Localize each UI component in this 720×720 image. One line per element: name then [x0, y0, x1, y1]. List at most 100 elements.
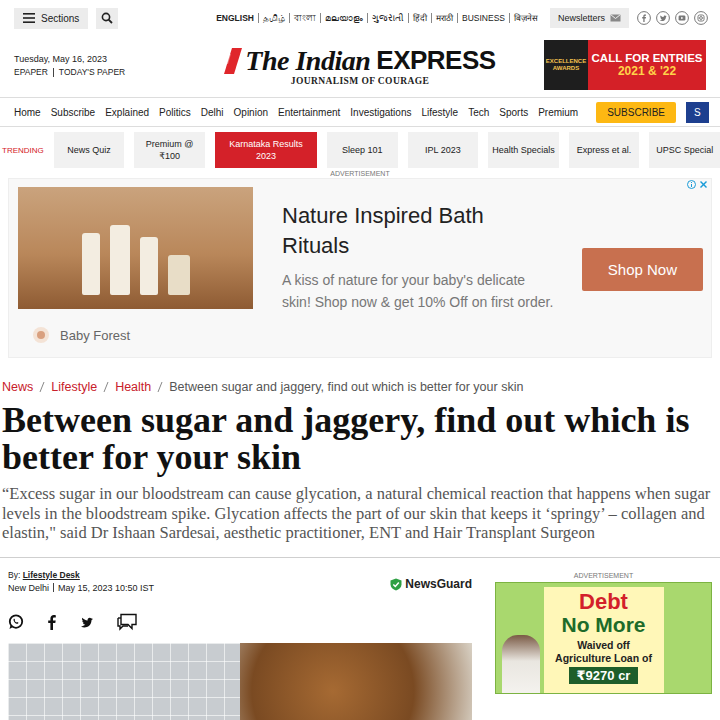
trending-label: TRENDING: [2, 146, 44, 155]
trending-chip[interactable]: Premium @ ₹100: [134, 132, 205, 168]
facebook-share-icon[interactable]: [44, 614, 60, 630]
divider: [0, 557, 720, 558]
twitter-icon[interactable]: [656, 11, 670, 25]
nav-item[interactable]: Explained: [105, 107, 149, 118]
ad-headline-second: No More: [548, 613, 660, 636]
separator-icon: [38, 381, 46, 393]
trending-chip[interactable]: Sleep 101: [327, 132, 398, 168]
breadcrumb-item[interactable]: Lifestyle: [51, 380, 97, 394]
instagram-icon[interactable]: [694, 11, 708, 25]
youtube-icon[interactable]: [675, 11, 689, 25]
comment-icon[interactable]: [116, 613, 138, 631]
language-link[interactable]: बिज़नेस: [509, 13, 542, 23]
nav-item[interactable]: Investigations: [350, 107, 411, 118]
search-button[interactable]: [96, 8, 118, 29]
paper-link[interactable]: EPAPER: [14, 68, 53, 77]
language-link[interactable]: தமிழ்: [258, 13, 289, 23]
separator-icon: [102, 381, 110, 393]
search-icon: [101, 12, 113, 24]
brand-logo-icon: [32, 326, 50, 344]
sections-button[interactable]: Sections: [14, 8, 88, 29]
paper-link[interactable]: TODAY'S PAPER: [53, 68, 130, 77]
separator-icon: [156, 381, 164, 393]
article-photo: [8, 643, 472, 720]
article-standfirst: “Excess sugar in our bloodstream can cau…: [0, 484, 720, 543]
date-block: Tuesday, May 16, 2023 EPAPERTODAY'S PAPE…: [14, 54, 224, 77]
current-date: Tuesday, May 16, 2023: [14, 54, 224, 64]
shield-check-icon: [390, 578, 402, 591]
facebook-icon[interactable]: [637, 11, 651, 25]
top-advertisement[interactable]: Baby Forest Nature Inspired Bath Rituals…: [8, 178, 712, 358]
nav-item[interactable]: Tech: [468, 107, 489, 118]
sign-in-button[interactable]: S: [686, 102, 709, 123]
language-link[interactable]: BUSINESS: [457, 13, 509, 23]
masthead: Tuesday, May 16, 2023 EPAPERTODAY'S PAPE…: [0, 36, 720, 94]
hamburger-icon: [23, 13, 35, 23]
newsletters-button[interactable]: Newsletters: [550, 8, 629, 28]
separator-icon: [53, 583, 54, 592]
main-nav: Home Subscribe Explained Politics Delhi Opini…: [0, 97, 720, 127]
envelope-icon: [610, 14, 621, 22]
trending-chip[interactable]: Express et al.: [569, 132, 640, 168]
nav-item[interactable]: Subscribe: [51, 107, 95, 118]
twitter-share-icon[interactable]: [80, 614, 96, 630]
ad-line: Waived off: [548, 639, 660, 652]
trending-chip[interactable]: Health Specials: [488, 132, 559, 168]
nav-item[interactable]: Delhi: [201, 107, 224, 118]
nav-item[interactable]: Sports: [499, 107, 528, 118]
paper-links: EPAPERTODAY'S PAPER: [14, 68, 224, 77]
advertisement-label: ADVERTISEMENT: [0, 170, 720, 177]
banner-badge: EXCELLENCE AWARDS: [544, 40, 588, 90]
whatsapp-icon[interactable]: [8, 614, 24, 630]
shop-now-button[interactable]: Shop Now: [582, 248, 703, 291]
breadcrumb-item: Between sugar and jaggery, find out whic…: [169, 380, 523, 394]
logo-slash-icon: [224, 48, 242, 74]
nav-item[interactable]: Premium: [538, 107, 578, 118]
language-link[interactable]: मराठी: [431, 13, 457, 23]
breadcrumb: News Lifestyle Health Between sugar and …: [0, 380, 720, 394]
site-logo[interactable]: The IndianEXPRESS JOURNALISM OF COURAGE: [224, 45, 495, 86]
info-icon[interactable]: [687, 180, 696, 189]
language-link[interactable]: বাংলা: [289, 13, 320, 23]
ad-text: A kiss of nature for your baby's delicat…: [282, 270, 557, 313]
close-icon[interactable]: [699, 180, 708, 189]
trending-chip[interactable]: UPSC Special: [649, 132, 720, 168]
sidebar-advertisement[interactable]: Debt No More Waived off Agriculture Loan…: [495, 582, 712, 694]
subscribe-button[interactable]: SUBSCRIBE: [596, 102, 676, 123]
nav-item[interactable]: Home: [14, 107, 41, 118]
ad-line: Agriculture Loan of: [548, 652, 660, 665]
author-link[interactable]: Lifestyle Desk: [23, 570, 80, 580]
newsguard-badge[interactable]: NewsGuard: [390, 577, 472, 591]
advertisement-label: ADVERTISEMENT: [495, 572, 712, 579]
language-link[interactable]: ENGLISH: [212, 13, 258, 23]
awards-banner[interactable]: EXCELLENCE AWARDS CALL FOR ENTRIES 2021 …: [544, 40, 706, 90]
logo-tagline: JOURNALISM OF COURAGE: [291, 76, 429, 86]
banner-years: 2021 & '22: [618, 64, 676, 78]
banner-headline: CALL FOR ENTRIES: [592, 52, 703, 64]
product-photo: [18, 187, 253, 309]
nav-item[interactable]: Opinion: [234, 107, 268, 118]
language-link[interactable]: മലയാളം: [320, 13, 367, 23]
nav-item[interactable]: Entertainment: [278, 107, 340, 118]
ad-amount: ₹9270 cr: [569, 667, 639, 684]
ad-headline: Debt: [548, 590, 660, 613]
trending-chip[interactable]: News Quiz: [54, 132, 125, 168]
ad-portrait-photo: [502, 635, 540, 693]
ad-choices: [687, 180, 708, 189]
article-headline: Between sugar and jaggery, find out whic…: [0, 402, 720, 476]
trending-chip[interactable]: Karnataka Results 2023: [215, 132, 317, 168]
top-bar: Sections ENGLISHதமிழ்বাংলাമലയാളംગુજરાતીह…: [0, 0, 720, 36]
byline: By: Lifestyle Desk New DelhiMay 15, 2023…: [8, 570, 154, 593]
nav-item[interactable]: Lifestyle: [421, 107, 458, 118]
nav-item[interactable]: Politics: [159, 107, 191, 118]
trending-chip[interactable]: IPL 2023: [408, 132, 479, 168]
language-link[interactable]: ગુજરાતી: [367, 13, 408, 23]
trending-bar: TRENDING News QuizPremium @ ₹100 Karnatak…: [0, 132, 720, 168]
breadcrumb-item[interactable]: Health: [115, 380, 151, 394]
breadcrumb-item[interactable]: News: [2, 380, 33, 394]
news-page: Sections ENGLISHதமிழ்বাংলাമലയാളംગુજરાતીह…: [0, 0, 720, 720]
language-link[interactable]: हिंदी: [408, 13, 431, 23]
article-body-area: By: Lifestyle Desk New DelhiMay 15, 2023…: [0, 570, 720, 720]
share-bar: [0, 613, 480, 631]
advertiser-brand[interactable]: Baby Forest: [32, 326, 263, 344]
